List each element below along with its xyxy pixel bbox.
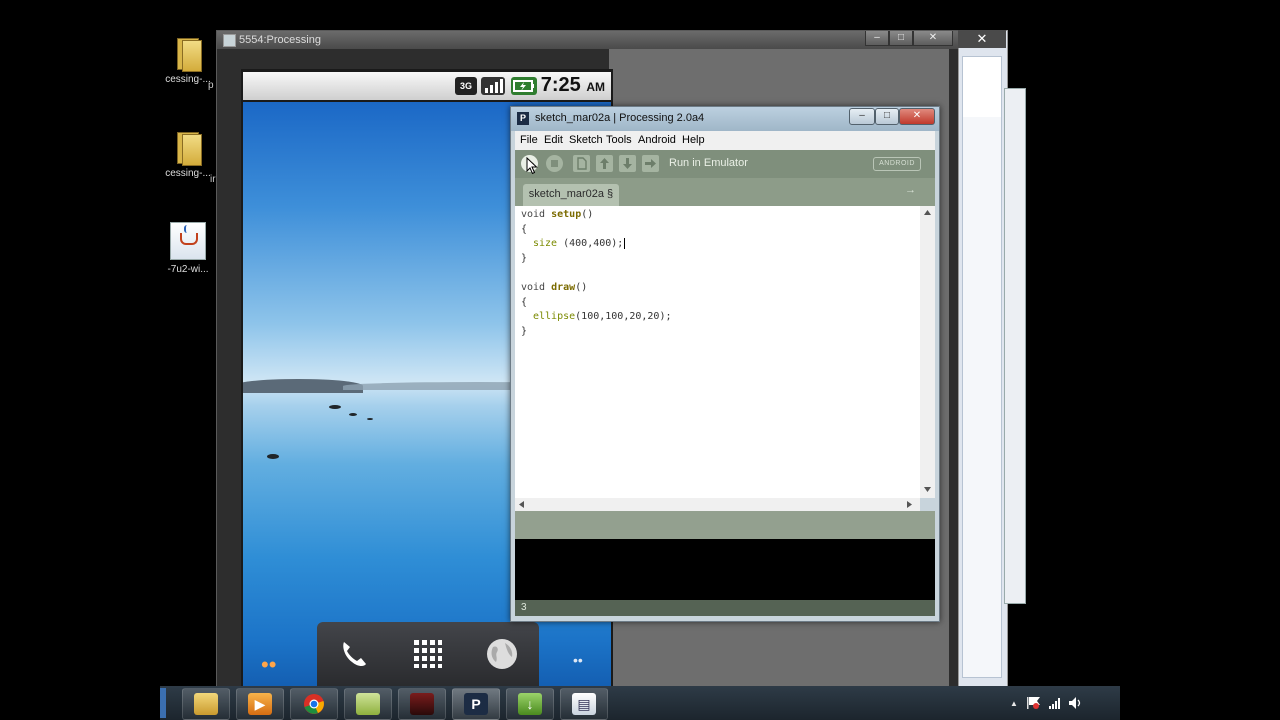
open-icon[interactable] (596, 155, 613, 172)
save-icon[interactable] (619, 155, 636, 172)
network-3g-icon: 3G (455, 77, 477, 95)
background-window-pane (962, 56, 1002, 678)
desktop: cessing-... cessing-... -7u2-wi... (158, 0, 220, 720)
code-line: { (521, 297, 528, 308)
phone-icon[interactable] (317, 622, 391, 686)
processing-window: P sketch_mar02a | Processing 2.0a4 – □ ✕… (510, 106, 940, 622)
maximize-button[interactable]: □ (889, 31, 913, 46)
file-transfer-icon[interactable] (398, 688, 446, 720)
windows-explorer-icon[interactable] (182, 688, 230, 720)
app-grid-icon[interactable] (391, 622, 465, 686)
line-number: 3 (521, 602, 527, 613)
battery-charging-icon (511, 77, 537, 95)
android-mode-button[interactable]: ANDROID (873, 157, 921, 171)
media-player-icon[interactable]: ▶ (236, 688, 284, 720)
code-line: } (521, 326, 528, 337)
signal-bars-icon (481, 77, 505, 95)
tab-sketch[interactable]: sketch_mar02a § (523, 184, 619, 206)
download-icon[interactable]: ↓ (506, 688, 554, 720)
processing-title: sketch_mar02a | Processing 2.0a4 (535, 112, 705, 124)
desktop-partial-label: p (208, 80, 214, 91)
tab-bar: sketch_mar02a § → (515, 178, 935, 206)
editor-horizontal-scrollbar[interactable] (515, 498, 920, 511)
processing-titlebar[interactable]: P sketch_mar02a | Processing 2.0a4 – □ ✕ (511, 107, 939, 131)
background-window-2 (1004, 88, 1026, 604)
folder-icon (175, 36, 202, 72)
folder-icon (175, 130, 202, 166)
toolbar: Run in Emulator ANDROID (515, 150, 935, 178)
volume-icon[interactable] (1068, 696, 1084, 713)
message-area (515, 511, 935, 539)
home-dots-right[interactable]: •• (573, 652, 583, 668)
code-line: { (521, 224, 528, 235)
menu-bar: File Edit Sketch Tools Android Help (515, 131, 935, 150)
tray-expand-icon[interactable]: ▲ (1010, 699, 1018, 708)
stop-icon[interactable] (546, 155, 563, 172)
desktop-folder-1[interactable]: cessing-... (158, 36, 218, 85)
desktop-folder-2[interactable]: cessing-... (158, 130, 218, 179)
java-installer-icon (170, 222, 206, 260)
close-button[interactable]: ✕ (913, 31, 953, 46)
chrome-icon[interactable] (290, 688, 338, 720)
desktop-icon-label: cessing-... (165, 168, 211, 179)
code-editor[interactable]: void setup() { size (400,400); } void dr… (515, 206, 920, 498)
desktop-icon-label: -7u2-wi... (167, 264, 209, 275)
code-line: size (400,400); (533, 238, 626, 249)
code-line: } (521, 253, 528, 264)
export-icon[interactable] (642, 155, 659, 172)
menu-help[interactable]: Help (682, 134, 705, 146)
taskbar: ▶ P ↓ ▤ (160, 686, 1120, 720)
code-line: void setup() (521, 209, 594, 220)
background-window-close-button[interactable]: ✕ (958, 30, 1006, 48)
background-window-content (963, 117, 1001, 677)
close-button[interactable]: ✕ (899, 108, 935, 125)
code-line: ellipse(100,100,20,20); (533, 311, 672, 322)
menu-tools[interactable]: Tools (606, 134, 632, 146)
system-tray: ▲ (1006, 690, 1116, 716)
android-clock: 7:25 AM (540, 74, 605, 96)
menu-edit[interactable]: Edit (544, 134, 563, 146)
console[interactable] (515, 539, 935, 600)
maximize-button[interactable]: □ (875, 108, 899, 125)
emulator-titlebar[interactable]: 5554:Processing – □ ✕ (217, 31, 959, 49)
start-button-edge[interactable] (160, 688, 166, 718)
menu-sketch[interactable]: Sketch (569, 134, 603, 146)
menu-file[interactable]: File (520, 134, 538, 146)
desktop-icon-label: cessing-... (165, 74, 211, 85)
editor-vertical-scrollbar[interactable] (920, 206, 935, 498)
toolbar-status-label: Run in Emulator (669, 157, 748, 169)
minimize-button[interactable]: – (865, 31, 889, 46)
minimize-button[interactable]: – (849, 108, 875, 125)
android-dock (317, 622, 539, 686)
globe-icon[interactable] (465, 622, 539, 686)
emulator-title: 5554:Processing (239, 34, 321, 46)
line-number-bar: 3 (515, 600, 935, 616)
android-status-bar: 3G 7:25 AM (243, 72, 611, 100)
tab-menu-arrow-icon[interactable]: → (905, 184, 916, 196)
document-icon[interactable]: ▤ (560, 688, 608, 720)
network-icon[interactable] (1048, 696, 1062, 713)
desktop-java-installer[interactable]: -7u2-wi... (158, 222, 218, 275)
mouse-cursor-icon (526, 157, 538, 175)
emulator-app-icon (223, 34, 236, 47)
processing-icon[interactable]: P (452, 688, 500, 720)
flag-icon[interactable] (1026, 696, 1042, 713)
home-dots-left[interactable]: •• (261, 652, 276, 678)
processing-logo-icon: P (517, 112, 529, 125)
menu-android[interactable]: Android (638, 134, 676, 146)
new-icon[interactable] (573, 155, 590, 172)
notepad-icon[interactable] (344, 688, 392, 720)
desktop-partial-label: ir (210, 174, 216, 185)
code-line: void draw() (521, 282, 588, 293)
